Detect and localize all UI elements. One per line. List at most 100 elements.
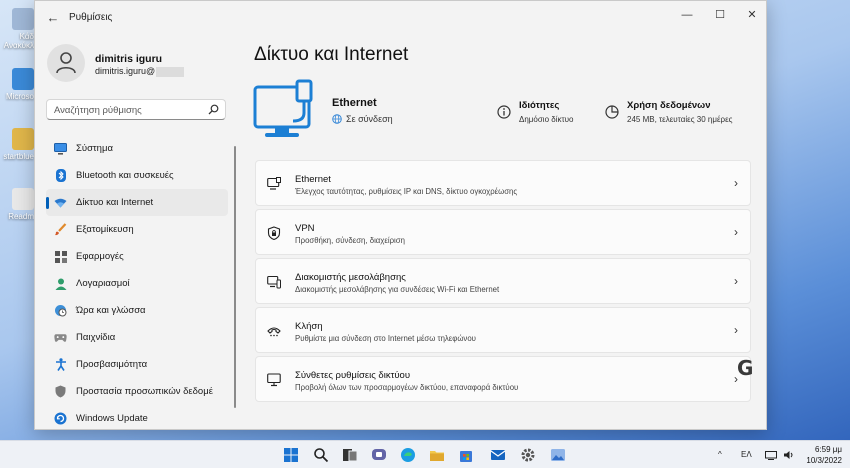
start-button-icon[interactable] (283, 447, 299, 463)
pie-chart-icon (605, 105, 619, 119)
sidebar-item-privacy[interactable]: Προστασία προσωπικών δεδομέ (46, 378, 228, 405)
search-icon[interactable] (313, 447, 329, 463)
card-ethernet[interactable]: Ethernet Έλεγχος ταυτότητας, ρυθμίσεις I… (255, 160, 751, 206)
sidebar-item-accounts[interactable]: Λογαριασμοί (46, 270, 228, 297)
card-subtitle: Προβολή όλων των προσαρμογέων δικτύου, ε… (295, 383, 519, 392)
sidebar-item-label: Windows Update (76, 413, 148, 424)
shield-icon (54, 385, 67, 398)
card-title: Σύνθετες ρυθμίσεις δικτύου (295, 370, 411, 381)
update-icon (54, 412, 67, 425)
globe-clock-icon (54, 304, 67, 317)
sidebar-item-label: Ώρα και γλώσσα (76, 305, 146, 316)
sidebar-item-network[interactable]: Δίκτυο και Internet (46, 189, 228, 216)
language-indicator[interactable]: ΕΛ (741, 450, 752, 459)
search-icon[interactable] (208, 104, 219, 115)
folder-icon (12, 128, 34, 150)
desktop-icon-label: Readm (8, 212, 34, 221)
card-subtitle: Προσθήκη, σύνδεση, διαχείριση (295, 236, 405, 245)
taskbar: ^ ΕΛ 6:59 μμ 10/3/2022 (0, 440, 850, 468)
mail-icon[interactable] (490, 447, 506, 463)
sidebar-nav: Σύστημα Bluetooth και συσκευές Δίκτυο κα… (46, 135, 228, 429)
sidebar-item-gaming[interactable]: Παιχνίδια (46, 324, 228, 351)
search-input[interactable] (47, 101, 197, 120)
file-explorer-icon[interactable] (429, 447, 445, 463)
sidebar-item-label: Εφαρμογές (76, 251, 124, 262)
sidebar-item-bluetooth[interactable]: Bluetooth και συσκευές (46, 162, 228, 189)
title-bar[interactable]: ← Ρυθμίσεις — ☐ ✕ (35, 1, 766, 35)
document-icon (12, 188, 34, 210)
back-button[interactable]: ← (43, 9, 63, 27)
email-redaction (156, 66, 185, 77)
store-icon[interactable] (458, 447, 474, 463)
tray-overflow-chevron[interactable]: ^ (718, 450, 722, 459)
chevron-right-icon: › (734, 274, 738, 288)
info-icon (497, 105, 511, 119)
sidebar-item-apps[interactable]: Εφαρμογές (46, 243, 228, 270)
network-tray-icon[interactable] (765, 451, 777, 460)
clock[interactable]: 6:59 μμ 10/3/2022 (806, 444, 842, 466)
search-box[interactable] (46, 99, 226, 120)
task-view-icon[interactable] (342, 447, 358, 463)
minimize-button[interactable]: — (672, 5, 702, 25)
sidebar-item-label: Λογαριασμοί (76, 278, 130, 289)
desktop-icon-readme[interactable]: Readm (0, 188, 34, 221)
card-title: Ethernet (295, 174, 331, 185)
desktop-icon-microsoft[interactable]: Microso (0, 68, 34, 101)
card-vpn[interactable]: VPN Προσθήκη, σύνδεση, διαχείριση › (255, 209, 751, 255)
connection-status-text: Σε σύνδεση (346, 114, 393, 124)
globe-icon (332, 114, 342, 124)
teams-chat-icon[interactable] (371, 447, 387, 463)
speaker-icon[interactable] (783, 450, 795, 460)
card-title: Κλήση (295, 321, 323, 332)
vpn-shield-icon (267, 226, 281, 240)
recycle-bin-icon (12, 8, 34, 30)
card-subtitle: Ρυθμίστε μια σύνδεση στο Internet μέσω τ… (295, 334, 476, 343)
settings-gear-icon[interactable] (520, 447, 536, 463)
sidebar-item-label: Προστασία προσωπικών δεδομέ (76, 386, 213, 397)
sidebar-item-time-language[interactable]: Ώρα και γλώσσα (46, 297, 228, 324)
desktop-icon-startblue[interactable]: startblue (0, 128, 34, 161)
sidebar-item-label: Προσβασιμότητα (76, 359, 148, 370)
sidebar-item-label: Δίκτυο και Internet (76, 197, 154, 208)
close-button[interactable]: ✕ (737, 5, 766, 25)
sidebar-item-label: Σύστημα (76, 143, 113, 154)
sidebar-item-label: Παιχνίδια (76, 332, 116, 343)
data-usage-link[interactable]: Χρήση δεδομένων 245 MB, τελευταίες 30 ημ… (605, 100, 733, 124)
user-name: dimitris iguru (95, 53, 163, 65)
settings-window: ← Ρυθμίσεις — ☐ ✕ dimitris iguru dimitri… (34, 0, 767, 430)
desktop-icon-label: Microso (5, 92, 34, 101)
desktop-icon-label: Κάδ Ανακύκλ (3, 32, 34, 50)
sidebar-scrollbar[interactable] (234, 146, 236, 408)
avatar[interactable] (47, 44, 85, 82)
desktop-icon-label: startblue (3, 152, 34, 161)
sidebar-item-system[interactable]: Σύστημα (46, 135, 228, 162)
edge-icon[interactable] (400, 447, 416, 463)
accessibility-icon (54, 358, 67, 371)
maximize-button[interactable]: ☐ (705, 5, 735, 25)
clock-time: 6:59 μμ (814, 445, 842, 454)
sidebar-item-windows-update[interactable]: Windows Update (46, 405, 228, 429)
person-icon (54, 277, 67, 290)
properties-link[interactable]: Ιδιότητες Δημόσιο δίκτυο (497, 100, 573, 124)
connection-name: Ethernet (332, 97, 377, 109)
chevron-right-icon: › (734, 176, 738, 190)
sidebar-item-accessibility[interactable]: Προσβασιμότητα (46, 351, 228, 378)
connection-status: Σε σύνδεση (332, 114, 393, 124)
dialup-icon (267, 327, 281, 337)
watermark-logo: G (737, 356, 754, 380)
card-title: Διακομιστής μεσολάβησης (295, 272, 406, 283)
wifi-icon (54, 196, 67, 209)
properties-subtitle: Δημόσιο δίκτυο (519, 115, 574, 124)
data-usage-subtitle: 245 MB, τελευταίες 30 ημέρες (627, 115, 733, 124)
card-advanced-network[interactable]: Σύνθετες ρυθμίσεις δικτύου Προβολή όλων … (255, 356, 751, 402)
card-dialup[interactable]: Κλήση Ρυθμίστε μια σύνδεση στο Internet … (255, 307, 751, 353)
apps-icon (54, 250, 67, 263)
person-icon (56, 52, 76, 74)
card-proxy[interactable]: Διακομιστής μεσολάβησης Διακομιστής μεσο… (255, 258, 751, 304)
photos-icon[interactable] (550, 447, 566, 463)
edge-shortcut-icon (12, 68, 34, 90)
sidebar-item-personalization[interactable]: Εξατομίκευση (46, 216, 228, 243)
network-monitor-icon (253, 79, 313, 137)
proxy-icon (267, 275, 281, 289)
desktop-icon-recycle-bin[interactable]: Κάδ Ανακύκλ (0, 8, 34, 50)
